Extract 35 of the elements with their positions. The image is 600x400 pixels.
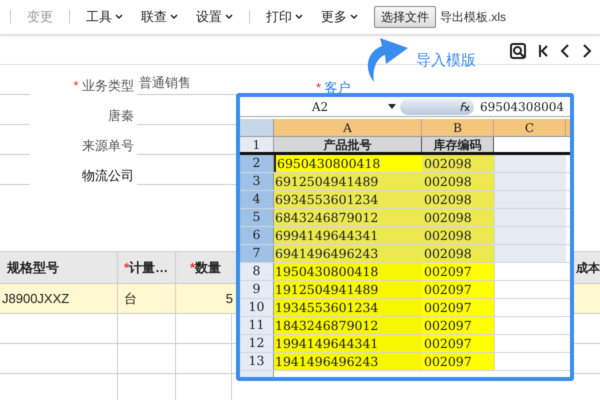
table-cell: 002097 bbox=[422, 353, 494, 370]
file-name: 导出模板.xls bbox=[440, 9, 506, 26]
table-cell: 库存编码 bbox=[422, 137, 494, 152]
table-cell: 6934553601234 bbox=[274, 191, 422, 208]
table-cell: 002098 bbox=[422, 209, 494, 226]
field-label: 物流公司 bbox=[81, 166, 134, 184]
table-cell: 1994149644341 bbox=[274, 335, 422, 352]
table-cell: 002098 bbox=[422, 227, 494, 244]
table-cell: 6994149644341 bbox=[274, 227, 422, 244]
table-cell: 002098 bbox=[422, 155, 494, 172]
field-label: * 业务类型 bbox=[72, 76, 134, 94]
table-cell: 6843246879012 bbox=[274, 209, 422, 226]
table-cell: 002098 bbox=[422, 173, 494, 190]
table-cell: 002097 bbox=[422, 299, 494, 316]
table-cell: 1934553601234 bbox=[274, 299, 422, 316]
field-label: * 客户 bbox=[316, 79, 351, 97]
table-cell: 产品批号 bbox=[274, 137, 422, 152]
table-cell: 002097 bbox=[422, 263, 494, 280]
table-cell: 1950430800418 bbox=[274, 263, 422, 280]
table-cell: 002097 bbox=[422, 281, 494, 298]
field-label: 来源单号 bbox=[81, 136, 134, 154]
table-cell: 002097 bbox=[422, 317, 494, 334]
table-cell: 6912504941489 bbox=[274, 173, 422, 190]
table-cell: J8900JXXZ bbox=[0, 284, 118, 313]
table-cell: 6950430800418 bbox=[274, 155, 422, 172]
table-cell: 002097 bbox=[422, 335, 494, 352]
field-label: 唐秦 bbox=[107, 106, 134, 124]
table-cell: 1912504941489 bbox=[274, 281, 422, 298]
table-cell: 1843246879012 bbox=[274, 317, 422, 334]
table-cell: 台 bbox=[118, 284, 176, 313]
table-cell: 1941496496243 bbox=[274, 353, 422, 370]
table-cell: 002098 bbox=[422, 191, 494, 208]
table-cell: 6941496496243 bbox=[274, 245, 422, 262]
table-cell: 002098 bbox=[422, 245, 494, 262]
annotation-text: 导入模版 bbox=[416, 51, 476, 71]
